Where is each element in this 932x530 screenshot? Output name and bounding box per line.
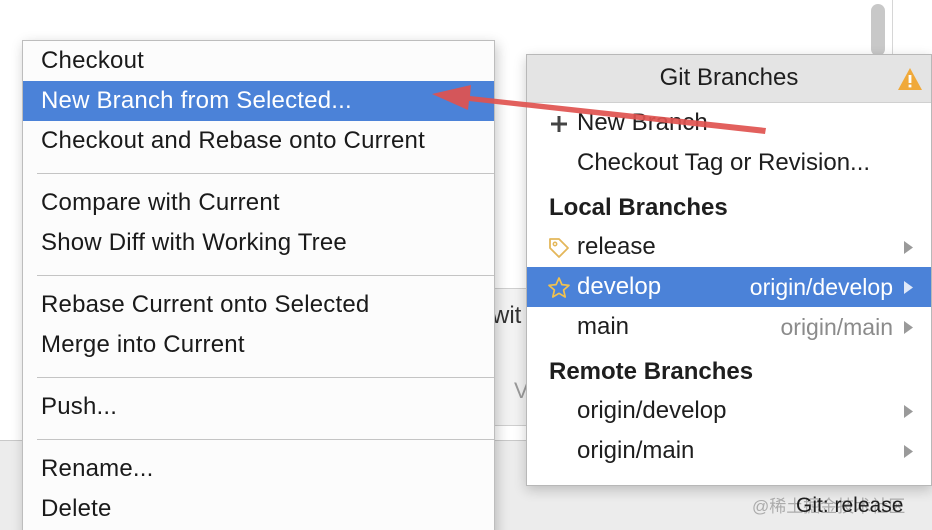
editor-divider xyxy=(892,0,893,60)
menu-separator xyxy=(23,263,494,285)
menu-item-checkout[interactable]: Checkout xyxy=(23,41,494,81)
branch-name: release xyxy=(577,233,656,260)
chevron-right-icon xyxy=(904,405,913,418)
plus-icon xyxy=(551,116,567,132)
branch-tracking: origin/develop xyxy=(749,274,893,300)
git-branches-popup: Git Branches New Branch Checkout Tag or … xyxy=(526,54,932,486)
menu-item-show-diff[interactable]: Show Diff with Working Tree xyxy=(23,223,494,263)
warning-icon[interactable] xyxy=(897,67,923,91)
menu-item-checkout-and-rebase[interactable]: Checkout and Rebase onto Current xyxy=(23,121,494,161)
menu-separator xyxy=(23,427,494,449)
branch-row-release[interactable]: release xyxy=(527,227,931,267)
checkout-tag-label: Checkout Tag or Revision... xyxy=(577,149,871,176)
local-branches-header: Local Branches xyxy=(549,194,728,221)
remote-branches-header: Remote Branches xyxy=(549,358,754,385)
git-action-new-branch[interactable]: New Branch xyxy=(527,103,931,143)
tag-icon xyxy=(549,238,569,258)
menu-item-new-branch-from-selected[interactable]: New Branch from Selected... xyxy=(23,81,494,121)
branch-row-origin-develop[interactable]: origin/develop xyxy=(527,391,931,431)
star-icon xyxy=(548,277,570,298)
menu-item-push[interactable]: Push... xyxy=(23,387,494,427)
git-branches-header: Git Branches xyxy=(527,55,931,103)
branch-row-develop[interactable]: develop origin/develop xyxy=(527,267,931,307)
branch-name: origin/develop xyxy=(577,397,727,424)
chevron-right-icon xyxy=(904,321,913,334)
menu-item-merge-into-current[interactable]: Merge into Current xyxy=(23,325,494,365)
branch-name: origin/main xyxy=(577,437,695,464)
menu-separator xyxy=(23,161,494,183)
menu-item-delete[interactable]: Delete xyxy=(23,489,494,529)
branch-name: develop xyxy=(577,273,662,300)
editor-scrollbar[interactable] xyxy=(871,4,885,56)
git-branches-title: Git Branches xyxy=(659,64,799,91)
chevron-right-icon xyxy=(904,241,913,254)
new-branch-label: New Branch xyxy=(577,109,708,136)
background-partial-text: wit xyxy=(492,302,522,329)
branch-row-origin-main[interactable]: origin/main xyxy=(527,431,931,471)
branch-row-main[interactable]: main origin/main xyxy=(527,307,931,347)
menu-item-rebase-current[interactable]: Rebase Current onto Selected xyxy=(23,285,494,325)
branch-tracking: origin/main xyxy=(780,314,894,340)
menu-separator xyxy=(23,365,494,387)
git-action-checkout-tag[interactable]: Checkout Tag or Revision... xyxy=(527,143,931,183)
branch-context-menu: Checkout New Branch from Selected... Che… xyxy=(22,40,495,530)
chevron-right-icon xyxy=(904,281,913,294)
chevron-right-icon xyxy=(904,445,913,458)
branch-name: main xyxy=(577,313,630,340)
menu-item-compare-with-current[interactable]: Compare with Current xyxy=(23,183,494,223)
git-status-widget[interactable]: Git: release xyxy=(796,494,903,518)
menu-item-rename[interactable]: Rename... xyxy=(23,449,494,489)
